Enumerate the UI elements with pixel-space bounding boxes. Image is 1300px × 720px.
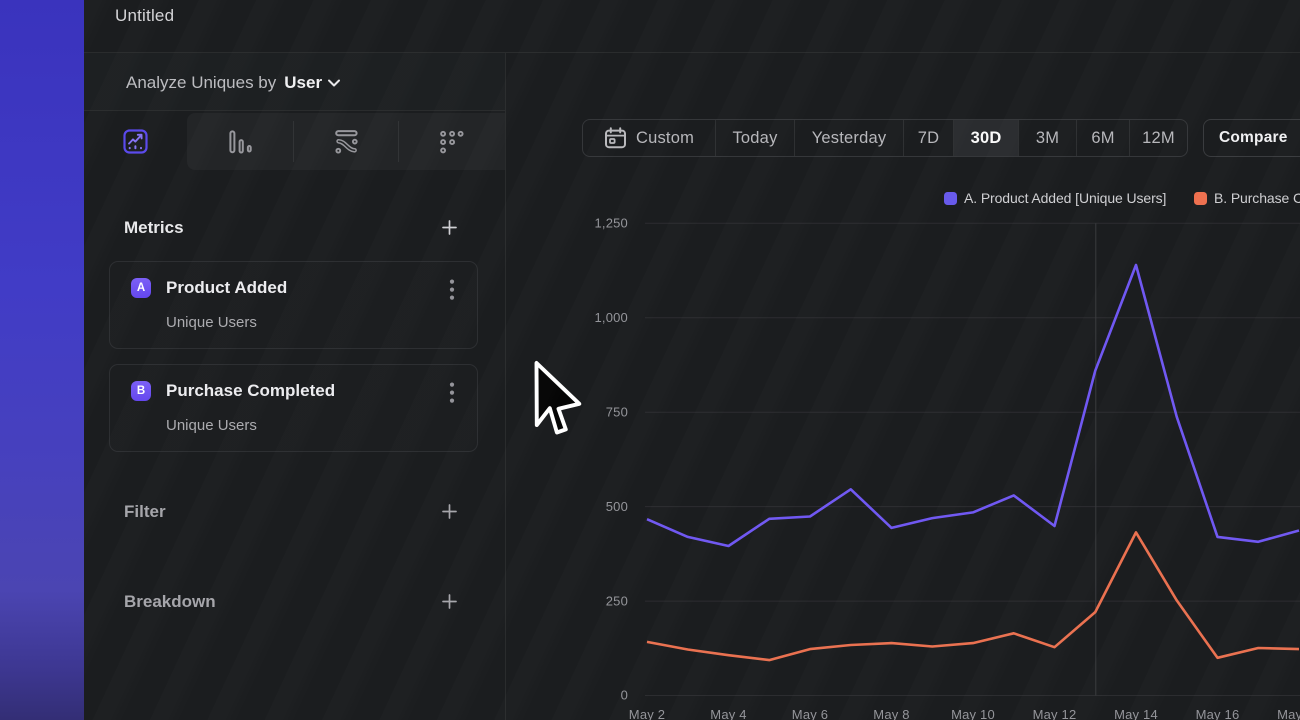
svg-text:May 16: May 16 [1196,707,1240,720]
svg-text:750: 750 [606,404,628,419]
svg-text:1,250: 1,250 [594,216,628,231]
svg-text:May 8: May 8 [873,707,909,720]
svg-text:May 4: May 4 [710,707,746,720]
svg-text:May 10: May 10 [951,707,995,720]
svg-text:0: 0 [621,688,628,703]
svg-text:May 14: May 14 [1114,707,1158,720]
svg-text:250: 250 [606,593,628,608]
svg-text:May 18: May 18 [1277,707,1300,720]
svg-text:May 2: May 2 [629,707,665,720]
svg-text:May 6: May 6 [792,707,828,720]
svg-text:May 12: May 12 [1033,707,1077,720]
svg-text:1,000: 1,000 [594,310,628,325]
svg-text:500: 500 [606,499,628,514]
